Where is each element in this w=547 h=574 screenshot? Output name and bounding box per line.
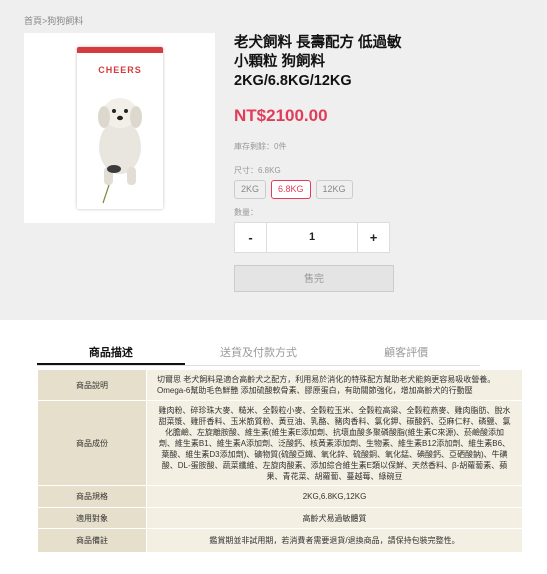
- quantity-label: 數量：: [234, 208, 258, 217]
- dog-illustration: [98, 98, 142, 204]
- spec-key: 商品成份: [37, 400, 147, 486]
- spec-key: 商品規格: [37, 485, 147, 508]
- breadcrumb-category-link[interactable]: 狗狗飼料: [47, 16, 83, 26]
- tab-reviews[interactable]: 顧客評價: [332, 338, 480, 365]
- spec-key: 商品備註: [37, 528, 147, 553]
- quantity-minus-button[interactable]: -: [235, 223, 266, 252]
- spec-value: 2KG,6.8KG,12KG: [146, 485, 523, 508]
- spec-row-description: 商品說明 切爾思 老犬飼料是適合高齡犬之配方，利用易於消化的特殊配方幫助老犬能夠…: [37, 369, 523, 401]
- product-tabs: 商品描述 送貨及付款方式 顧客評價: [37, 338, 480, 366]
- product-price: NT$2100.00: [234, 106, 328, 125]
- spec-value: 切爾思 老犬飼料是適合高齡犬之配方，利用易於消化的特殊配方幫助老犬能夠更容易吸收…: [146, 369, 523, 401]
- spec-row-target: 適用對象 高齡犬易過敏體質: [37, 507, 523, 529]
- product-image[interactable]: CHEERS: [24, 33, 215, 223]
- quantity-stepper: - 1 +: [234, 222, 390, 253]
- size-option-2kg[interactable]: 2KG: [234, 180, 267, 199]
- food-bag-illustration: CHEERS: [77, 47, 163, 209]
- stock-remaining: 庫存剩餘：0件: [234, 142, 287, 151]
- size-option-6-8kg[interactable]: 6.8KG: [271, 180, 311, 199]
- spec-key: 商品說明: [37, 369, 147, 401]
- size-options: 2KG 6.8KG 12KG: [234, 180, 353, 199]
- spec-row-notes: 商品備註 鑑賞期並非試用期，若消費者需要退貨/退換商品，請保持包裝完整性。: [37, 528, 523, 553]
- spec-value: 高齡犬易過敏體質: [146, 507, 523, 529]
- breadcrumb-home-link[interactable]: 首頁: [24, 16, 42, 26]
- spec-value: 雞肉粉、碎珍珠大麥、糙米、全穀粒小麥、全穀粒玉米、全穀粒高粱、全穀粒燕麥、雞肉脂…: [146, 400, 523, 486]
- breadcrumb: 首頁>狗狗飼料: [24, 14, 83, 27]
- spec-value: 鑑賞期並非試用期，若消費者需要退貨/退換商品，請保持包裝完整性。: [146, 528, 523, 553]
- tab-description[interactable]: 商品描述: [37, 338, 185, 365]
- brand-logo: CHEERS: [98, 65, 142, 75]
- tab-shipping-payment[interactable]: 送貨及付款方式: [185, 338, 333, 365]
- quantity-input[interactable]: 1: [266, 223, 358, 252]
- quantity-plus-button[interactable]: +: [358, 223, 389, 252]
- spec-key: 適用對象: [37, 507, 147, 529]
- sold-out-button[interactable]: 售完: [234, 265, 394, 292]
- spec-table: 商品說明 切爾思 老犬飼料是適合高齡犬之配方，利用易於消化的特殊配方幫助老犬能夠…: [37, 369, 523, 553]
- size-option-12kg[interactable]: 12KG: [315, 180, 353, 199]
- product-hero-area: 首頁>狗狗飼料 CHEERS 老犬飼料 長壽配方 低過敏 小顆粒 狗飼料 2KG…: [0, 0, 547, 320]
- spec-row-ingredients: 商品成份 雞肉粉、碎珍珠大麥、糙米、全穀粒小麥、全穀粒玉米、全穀粒高粱、全穀粒燕…: [37, 400, 523, 486]
- size-label: 尺寸：6.8KG: [234, 166, 281, 175]
- spec-row-sizes: 商品規格 2KG,6.8KG,12KG: [37, 485, 523, 508]
- product-title: 老犬飼料 長壽配方 低過敏 小顆粒 狗飼料 2KG/6.8KG/12KG: [234, 35, 402, 89]
